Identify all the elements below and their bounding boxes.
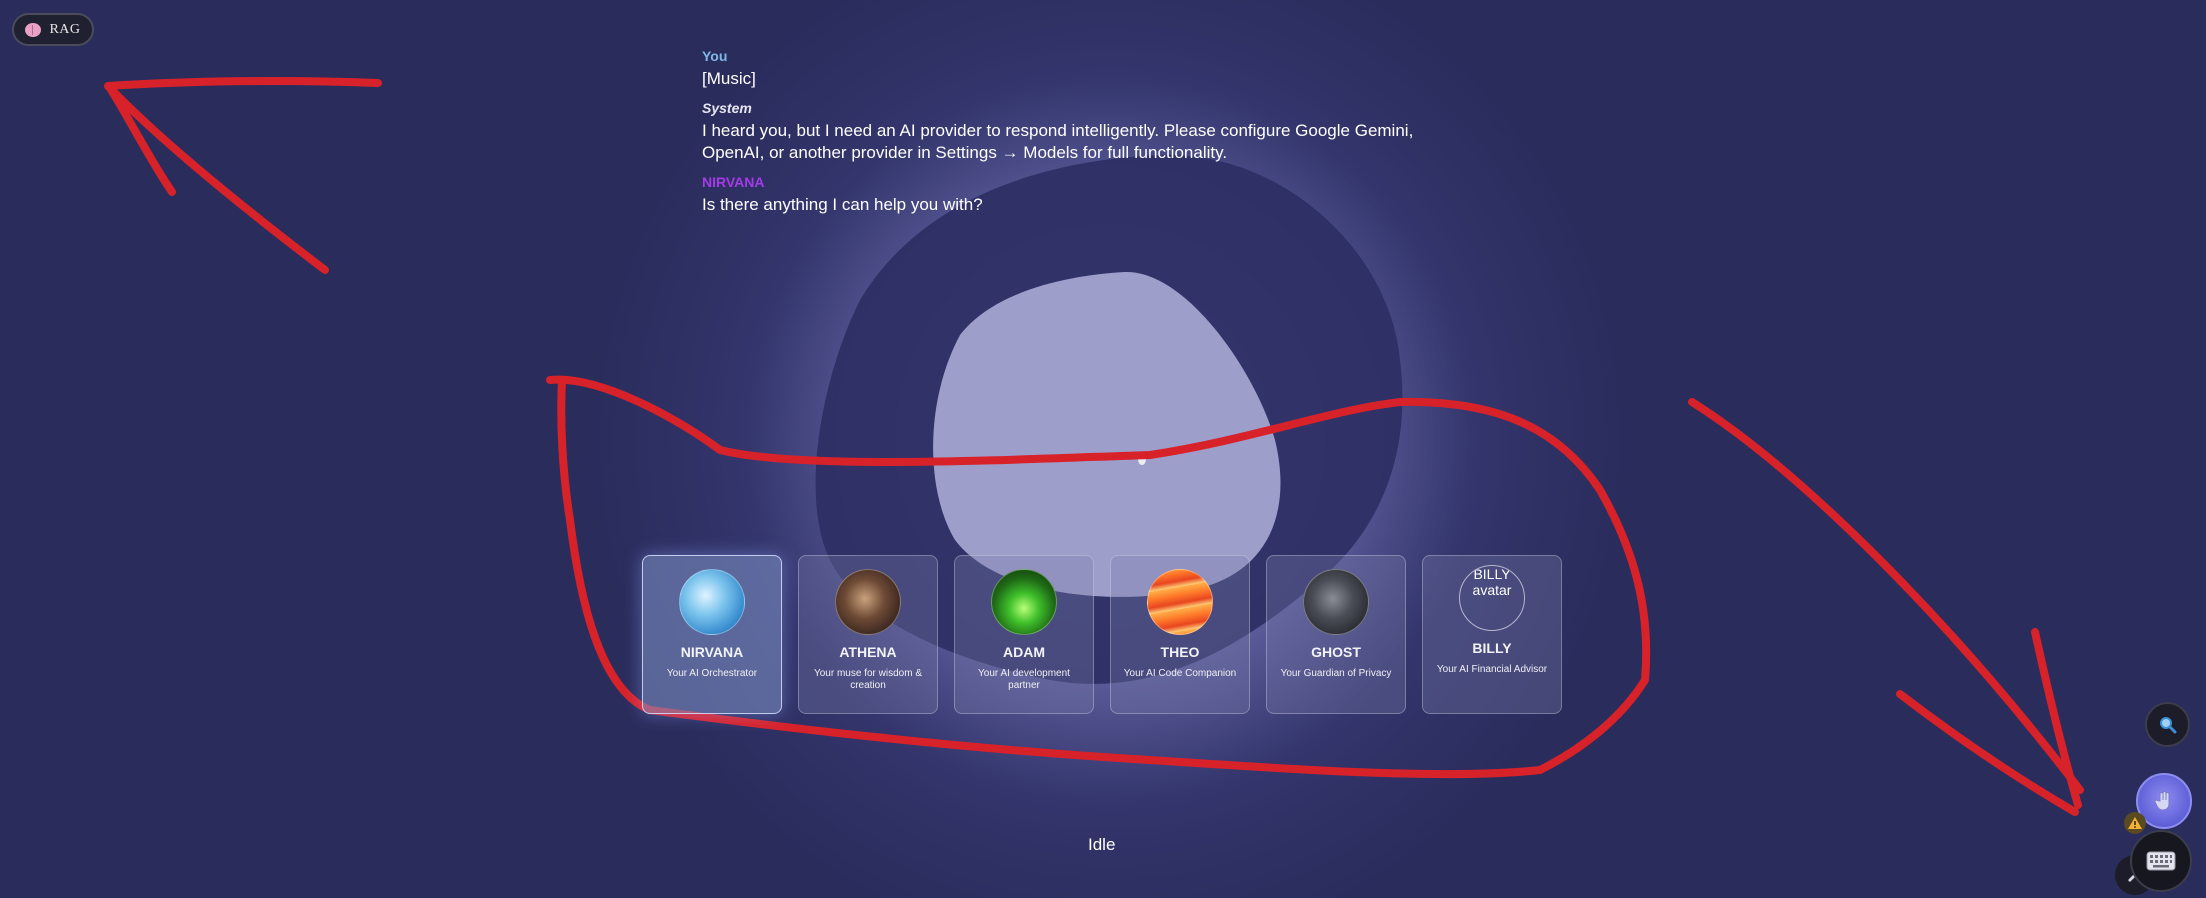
- agent-description: Your AI development partner: [978, 668, 1070, 691]
- agent-card-nirvana[interactable]: NIRVANA Your AI Orchestrator: [642, 555, 782, 714]
- rag-toggle-button[interactable]: RAG: [12, 13, 94, 46]
- chat-message: You [Music]: [702, 48, 1472, 90]
- chat-message: System I heard you, but I need an AI pro…: [702, 100, 1472, 164]
- message-speaker: You: [702, 48, 728, 64]
- status-text: Idle: [1088, 835, 1116, 854]
- agent-description: Your Guardian of Privacy: [1280, 668, 1392, 679]
- agent-name: GHOST: [1311, 644, 1361, 660]
- annotation-arrow-bottom-right: [1688, 398, 2084, 816]
- search-button[interactable]: [2145, 702, 2190, 747]
- message-speaker: NIRVANA: [702, 174, 765, 190]
- message-text: I heard you, but I need an AI provider t…: [702, 121, 1414, 162]
- message-text: Is there anything I can help you with?: [702, 195, 983, 214]
- agent-description: Your muse for wisdom & creation: [813, 668, 922, 691]
- agent-avatar: [835, 569, 901, 635]
- agent-description: Your AI Financial Advisor: [1436, 664, 1548, 675]
- agent-avatar: [1147, 569, 1213, 635]
- hand-icon: [2154, 791, 2170, 811]
- message-text: [Music]: [702, 69, 756, 88]
- search-icon: [2159, 716, 2176, 733]
- agent-name: ADAM: [1003, 644, 1045, 660]
- agent-avatar: [679, 569, 745, 635]
- agent-card-billy[interactable]: BILLY avatar BILLY Your AI Financial Adv…: [1422, 555, 1562, 714]
- agent-description: Your AI Code Companion: [1123, 668, 1237, 679]
- rag-label: RAG: [49, 21, 81, 37]
- keyboard-icon: [2146, 851, 2176, 871]
- message-speaker: System: [702, 100, 752, 116]
- agent-avatar-placeholder: BILLY avatar: [1459, 565, 1525, 631]
- keyboard-button[interactable]: [2130, 830, 2192, 892]
- agent-description: Your AI Orchestrator: [666, 668, 758, 679]
- chat-transcript: You [Music] System I heard you, but I ne…: [702, 48, 1472, 226]
- agent-card-athena[interactable]: ATHENA Your muse for wisdom & creation: [798, 555, 938, 714]
- annotation-arrow-top-left: [104, 77, 382, 274]
- agent-name: NIRVANA: [680, 644, 744, 660]
- warning-icon: [2128, 817, 2142, 829]
- agent-card-ghost[interactable]: GHOST Your Guardian of Privacy: [1266, 555, 1406, 714]
- agent-selector: NIRVANA Your AI Orchestrator ATHENA Your…: [642, 555, 1562, 714]
- agent-card-theo[interactable]: THEO Your AI Code Companion: [1110, 555, 1250, 714]
- agent-card-adam[interactable]: ADAM Your AI development partner: [954, 555, 1094, 714]
- brain-icon: [25, 22, 42, 37]
- agent-name: THEO: [1160, 644, 1200, 660]
- chat-message: NIRVANA Is there anything I can help you…: [702, 174, 1472, 216]
- agent-name: BILLY: [1472, 640, 1512, 656]
- agent-name: ATHENA: [839, 644, 897, 660]
- agent-avatar: [991, 569, 1057, 635]
- warning-badge[interactable]: [2124, 812, 2146, 834]
- agent-avatar: [1303, 569, 1369, 635]
